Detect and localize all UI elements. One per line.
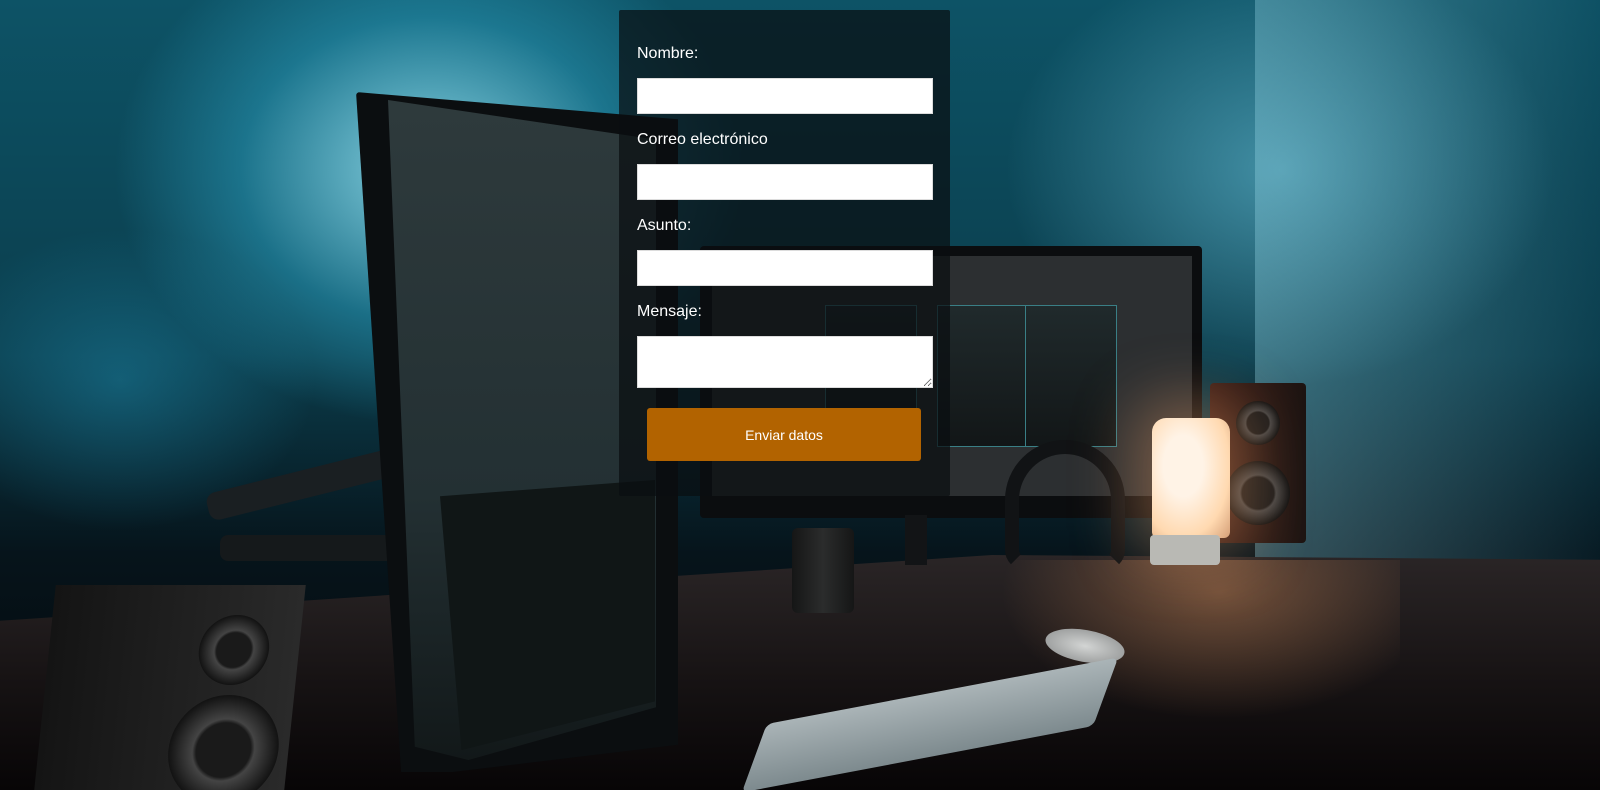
monitor-arm-lower	[220, 535, 410, 561]
name-input[interactable]	[637, 78, 933, 114]
subject-input[interactable]	[637, 250, 933, 286]
lamp-base	[1150, 535, 1220, 565]
speaker-tweeter	[195, 615, 273, 685]
submit-button[interactable]: Enviar datos	[647, 408, 921, 461]
screen-poster	[937, 305, 1029, 447]
headphones	[1005, 440, 1125, 570]
message-label: Mensaje:	[637, 303, 702, 320]
speaker-woofer	[162, 695, 285, 790]
email-label: Correo electrónico	[637, 131, 768, 148]
subject-label: Asunto:	[637, 217, 692, 234]
lamp	[1152, 418, 1230, 538]
speaker-left	[34, 585, 306, 790]
contact-form: Nombre: Correo electrónico Asunto: Mensa…	[619, 10, 950, 496]
name-label: Nombre:	[637, 45, 699, 62]
email-input[interactable]	[637, 164, 933, 200]
screen-poster	[1025, 305, 1117, 447]
pen-holder	[792, 528, 854, 613]
wall-corner	[1255, 0, 1600, 560]
speaker-woofer	[1226, 461, 1290, 525]
monitor-arm	[204, 446, 406, 522]
monitor-stand	[905, 515, 927, 565]
speaker-tweeter	[1236, 401, 1280, 445]
message-textarea[interactable]	[637, 336, 933, 388]
